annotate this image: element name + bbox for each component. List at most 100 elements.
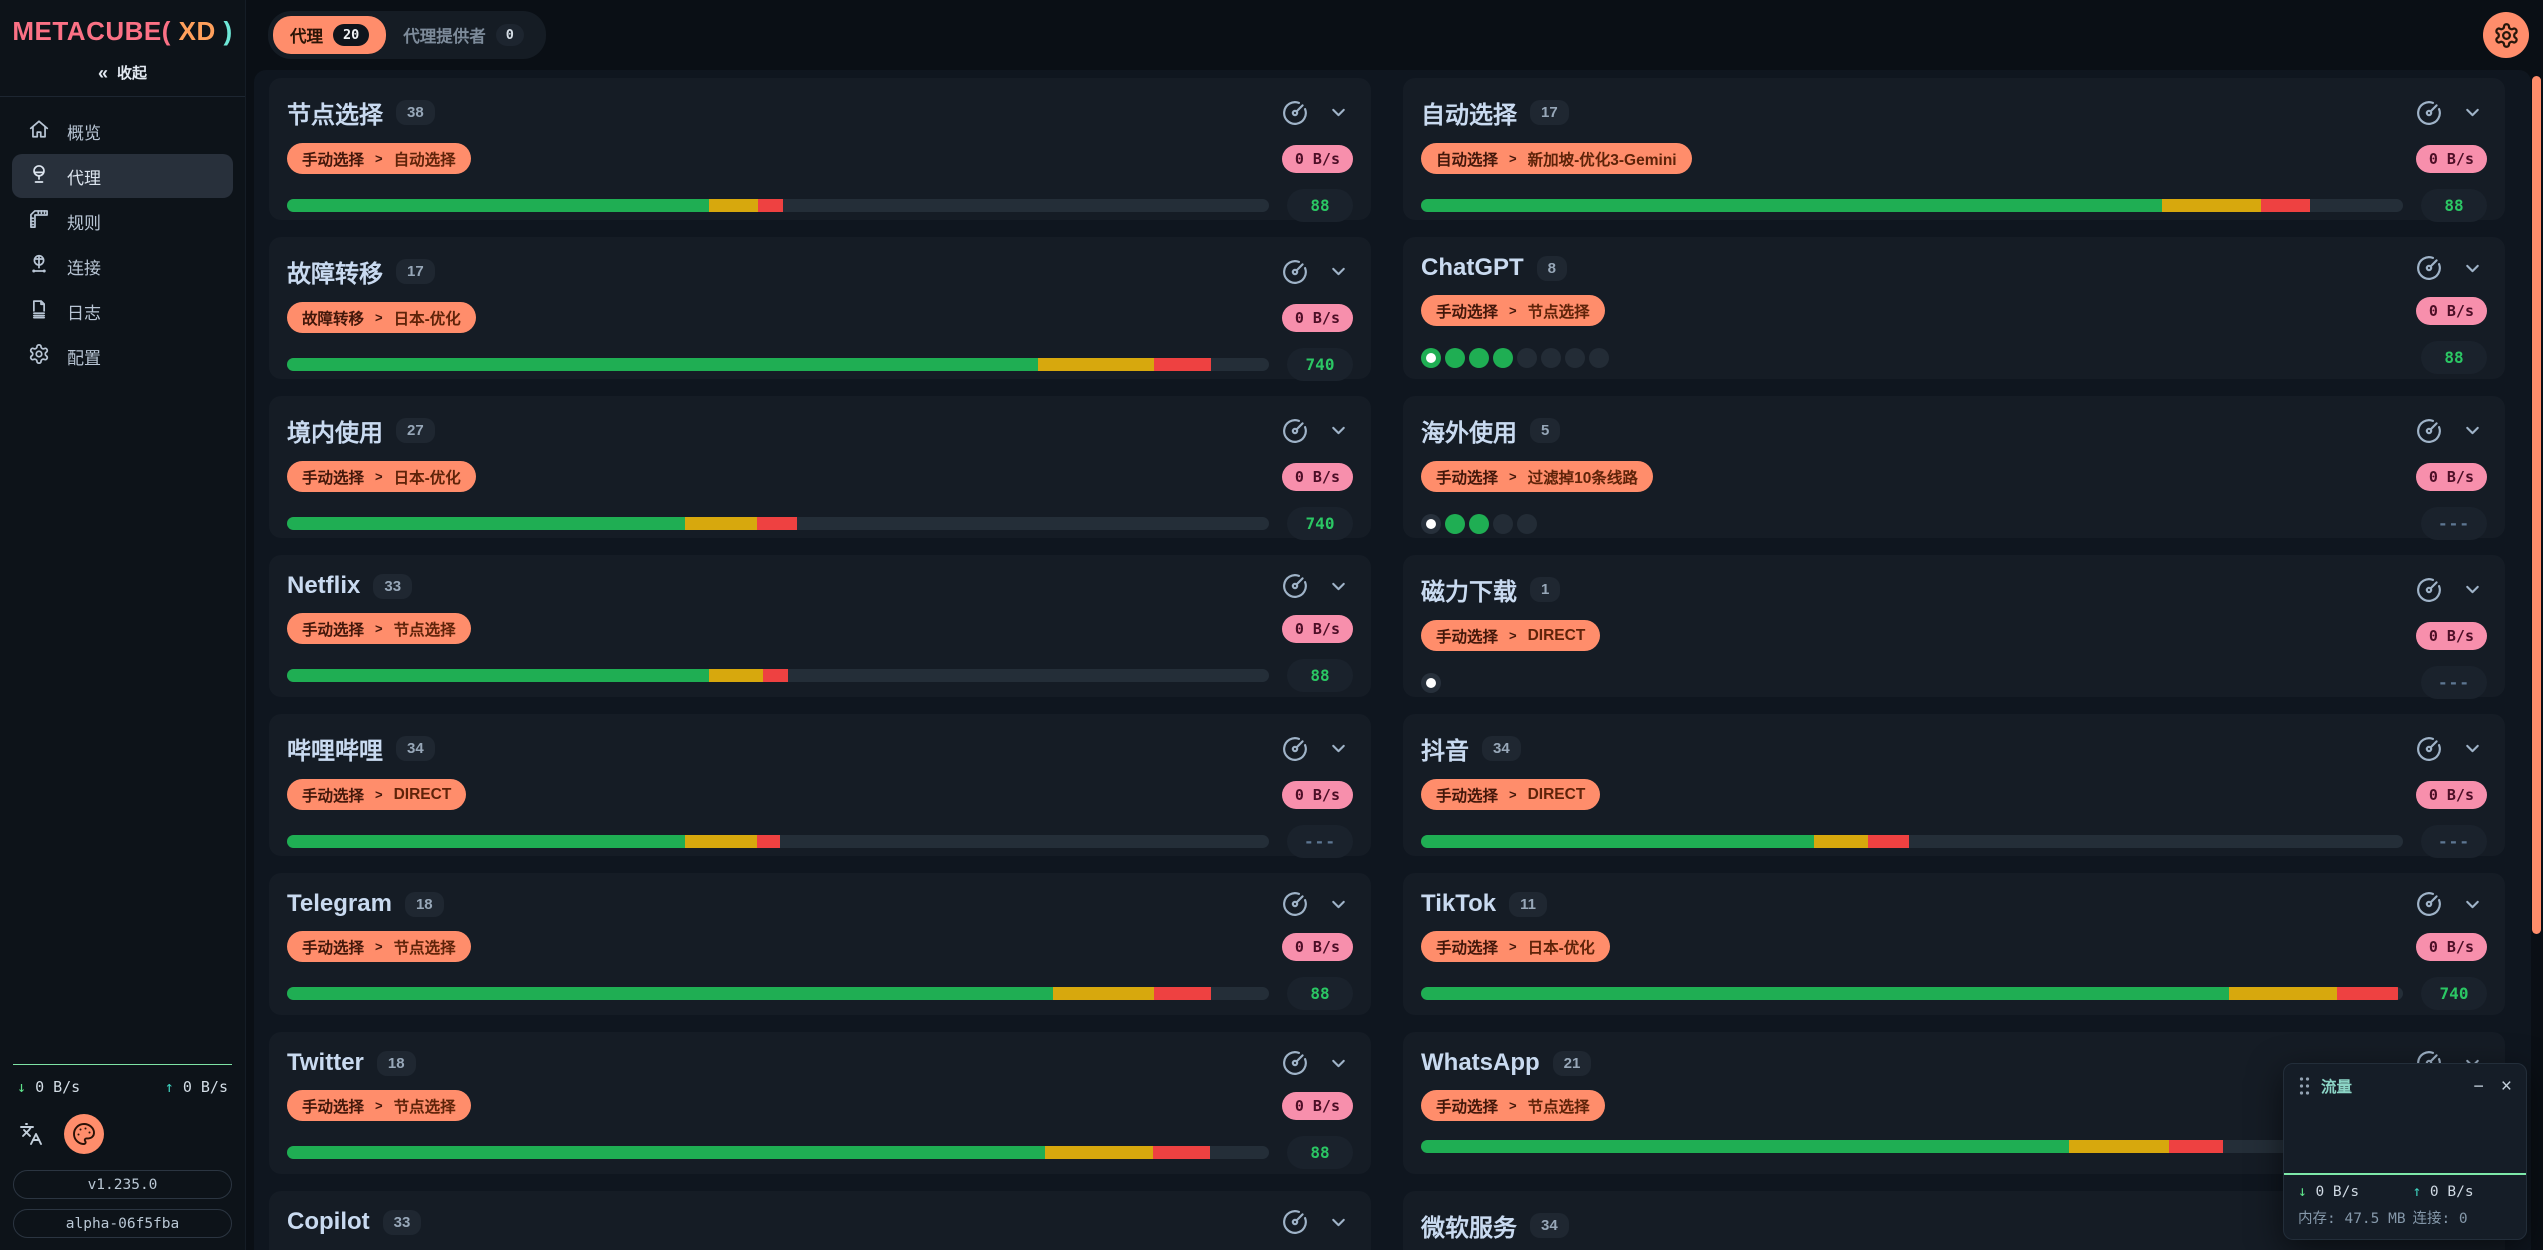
collapse-label: 收起: [117, 62, 147, 83]
latency-test-icon[interactable]: [2416, 891, 2442, 917]
proxy-group-title[interactable]: Copilot: [287, 1208, 370, 1236]
latency-test-icon[interactable]: [2416, 736, 2442, 762]
connections-count: 连接: 0: [2412, 1207, 2512, 1228]
latency-distribution-bar: [287, 358, 1269, 371]
chevron-down-icon[interactable]: [1328, 894, 1349, 915]
proxy-node-dot[interactable]: [1421, 673, 1441, 693]
tab-proxies[interactable]: 代理 20: [273, 16, 386, 54]
speed-badge: 0 B/s: [1282, 933, 1353, 961]
proxy-count-badge: 1: [1530, 577, 1560, 602]
sidebar-item-overview[interactable]: 概览: [12, 109, 233, 153]
proxy-group-title[interactable]: 微软服务: [1421, 1208, 1517, 1243]
build-version-button[interactable]: alpha-06f5fba: [13, 1209, 232, 1238]
proxy-group-title[interactable]: 境内使用: [287, 413, 383, 448]
proxy-group-title[interactable]: 抖音: [1421, 731, 1469, 766]
proxy-node-dot[interactable]: [1493, 514, 1513, 534]
proxy-node-dot[interactable]: [1469, 514, 1489, 534]
latency-test-icon[interactable]: [2416, 577, 2442, 603]
tab-proxy-providers[interactable]: 代理提供者 0: [386, 16, 541, 54]
bar-segment-red: [2261, 199, 2310, 212]
proxy-group-title[interactable]: TikTok: [1421, 890, 1496, 918]
proxy-group-title[interactable]: 故障转移: [287, 254, 383, 289]
proxy-group-title[interactable]: Twitter: [287, 1049, 364, 1077]
close-icon[interactable]: ×: [2501, 1077, 2512, 1096]
proxy-node-dot[interactable]: [1517, 514, 1537, 534]
minimize-icon[interactable]: −: [2473, 1077, 2484, 1095]
proxy-group-title[interactable]: 自动选择: [1421, 95, 1517, 130]
drag-handle-icon[interactable]: [2298, 1075, 2311, 1097]
proxy-node-dot[interactable]: [1445, 514, 1465, 534]
proxy-group-title[interactable]: WhatsApp: [1421, 1049, 1540, 1077]
proxy-node-dot[interactable]: [1421, 348, 1441, 368]
latency-test-icon[interactable]: [2416, 255, 2442, 281]
bar-segment-green: [1421, 987, 2229, 1000]
chevron-down-icon[interactable]: [1328, 261, 1349, 282]
bar-segment-yellow: [685, 517, 758, 530]
proxy-count-badge: 34: [396, 736, 435, 761]
proxy-node-dot[interactable]: [1589, 348, 1609, 368]
latency-test-icon[interactable]: [1282, 100, 1308, 126]
latency-test-icon[interactable]: [1282, 736, 1308, 762]
proxy-node-dot[interactable]: [1469, 348, 1489, 368]
bar-segment-yellow: [685, 835, 758, 848]
chevron-right-icon: >: [1509, 787, 1517, 802]
home-icon: [28, 118, 50, 145]
proxy-group-title[interactable]: 哔哩哔哩: [287, 731, 383, 766]
proxy-node-dot[interactable]: [1565, 348, 1585, 368]
sidebar-item-proxies[interactable]: 代理: [12, 154, 233, 198]
sidebar-item-config[interactable]: 配置: [12, 334, 233, 378]
proxy-group-title[interactable]: 节点选择: [287, 95, 383, 130]
chevron-down-icon[interactable]: [2462, 258, 2483, 279]
latency-test-icon[interactable]: [1282, 418, 1308, 444]
latency-test-icon[interactable]: [1282, 1050, 1308, 1076]
proxy-group-title[interactable]: ChatGPT: [1421, 254, 1524, 282]
selected-node-label: 新加坡-优化3-Gemini: [1528, 148, 1677, 170]
latency-test-icon[interactable]: [2416, 418, 2442, 444]
selector-type-label: 手动选择: [1436, 625, 1498, 647]
chevron-down-icon[interactable]: [2462, 894, 2483, 915]
proxy-settings-button[interactable]: [2483, 12, 2529, 58]
selector-type-label: 手动选择: [1436, 784, 1498, 806]
chevron-down-icon[interactable]: [1328, 576, 1349, 597]
chevron-down-icon[interactable]: [1328, 738, 1349, 759]
latency-test-icon[interactable]: [2416, 100, 2442, 126]
latency-test-icon[interactable]: [1282, 573, 1308, 599]
proxy-group-title[interactable]: 磁力下载: [1421, 572, 1517, 607]
chevron-down-icon[interactable]: [2462, 579, 2483, 600]
sidebar-item-rules[interactable]: 规则: [12, 199, 233, 243]
proxy-node-dot[interactable]: [1541, 348, 1561, 368]
latency-test-icon[interactable]: [1282, 259, 1308, 285]
sidebar-item-logs[interactable]: 日志: [12, 289, 233, 333]
latency-test-icon[interactable]: [1282, 891, 1308, 917]
chevron-down-icon[interactable]: [1328, 420, 1349, 441]
chevron-down-icon[interactable]: [1328, 1053, 1349, 1074]
sidebar-item-connections[interactable]: 连接: [12, 244, 233, 288]
proxy-node-dot[interactable]: [1493, 348, 1513, 368]
globe-stand-icon: [28, 163, 50, 190]
proxy-node-dot[interactable]: [1445, 348, 1465, 368]
chevron-down-icon[interactable]: [2462, 420, 2483, 441]
proxy-group-title[interactable]: Telegram: [287, 890, 392, 918]
selected-proxy-badge: 手动选择 > 节点选择: [287, 931, 471, 962]
sidebar-collapse-button[interactable]: « 收起: [0, 62, 245, 83]
scrollbar-thumb[interactable]: [2532, 76, 2541, 934]
version-button[interactable]: v1.235.0: [13, 1170, 232, 1199]
chevron-down-icon[interactable]: [1328, 1212, 1349, 1233]
proxy-node-dot[interactable]: [1517, 348, 1537, 368]
proxy-node-dot[interactable]: [1421, 514, 1441, 534]
latency-value: 88: [1287, 1136, 1353, 1169]
chevron-down-icon[interactable]: [2462, 102, 2483, 123]
proxy-group-title[interactable]: 海外使用: [1421, 413, 1517, 448]
network-globe-icon: [28, 253, 50, 280]
selected-node-label: 日本-优化: [394, 307, 461, 329]
chevron-down-icon[interactable]: [2462, 738, 2483, 759]
proxy-group-title[interactable]: Netflix: [287, 572, 360, 600]
language-switch-button[interactable]: [19, 1122, 43, 1146]
bar-segment-green: [287, 835, 685, 848]
theme-palette-button[interactable]: [64, 1114, 104, 1154]
selected-proxy-badge: 手动选择 > DIRECT: [287, 779, 466, 810]
chevron-down-icon[interactable]: [1328, 102, 1349, 123]
latency-value: 740: [2421, 977, 2487, 1010]
latency-test-icon[interactable]: [1282, 1209, 1308, 1235]
selected-node-label: DIRECT: [1528, 627, 1586, 645]
